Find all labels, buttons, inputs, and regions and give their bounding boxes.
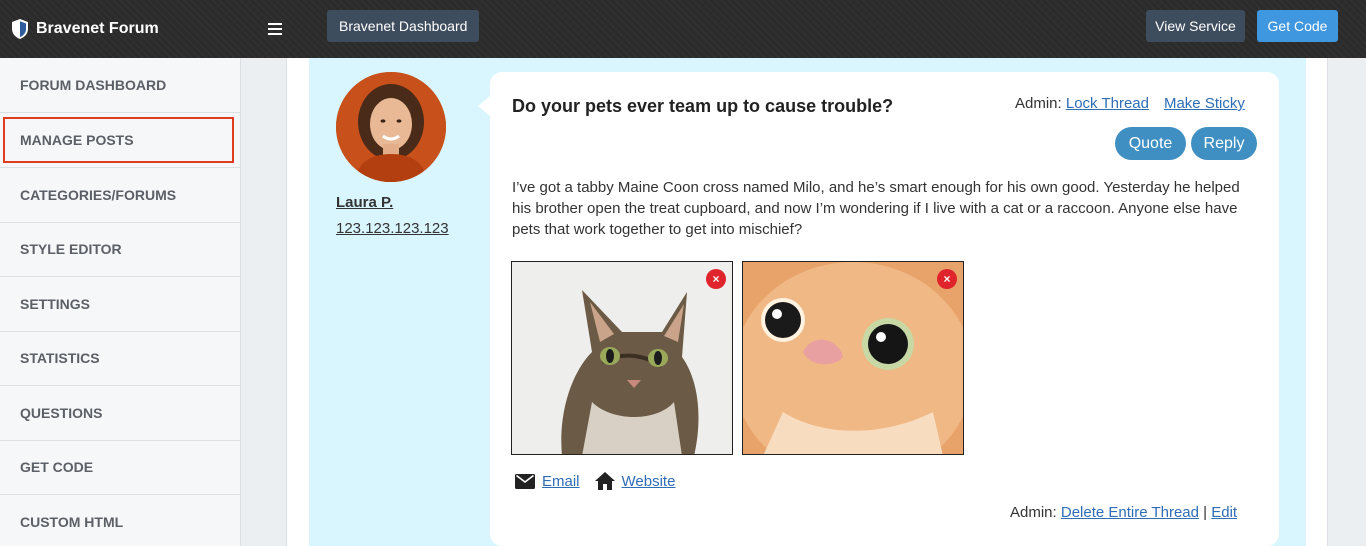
bravenet-dashboard-button[interactable]: Bravenet Dashboard xyxy=(327,10,480,42)
brand-name: Bravenet Forum xyxy=(36,20,159,37)
sidebar-item-manage-posts-wrap: MANAGE POSTS xyxy=(0,116,240,168)
envelope-icon xyxy=(515,472,535,490)
sidebar-item-settings[interactable]: SETTINGS xyxy=(0,277,240,332)
sidebar-item-questions[interactable]: QUESTIONS xyxy=(0,386,240,441)
quote-button[interactable]: Quote xyxy=(1115,127,1186,160)
sidebar-item-forum-dashboard[interactable]: FORUM DASHBOARD xyxy=(0,58,240,113)
author-name-link[interactable]: Laura P. xyxy=(336,194,393,211)
admin-label-bottom: Admin: xyxy=(1010,504,1057,521)
sidebar-item-categories-forums[interactable]: CATEGORIES/FORUMS xyxy=(0,168,240,223)
avatar[interactable] xyxy=(336,72,446,182)
home-icon xyxy=(594,472,615,490)
remove-attachment-1-icon[interactable]: × xyxy=(706,269,726,289)
edit-link[interactable]: Edit xyxy=(1211,504,1237,521)
email-link[interactable]: Email xyxy=(542,473,580,490)
post-body: I’ve got a tabby Maine Coon cross named … xyxy=(512,179,1240,238)
website-link[interactable]: Website xyxy=(622,473,676,490)
action-separator: | xyxy=(1203,504,1208,521)
attachment-image-2[interactable]: × xyxy=(742,261,964,455)
card-pointer xyxy=(478,96,490,116)
post-title: Do your pets ever team up to cause troub… xyxy=(512,96,894,116)
brand[interactable]: Bravenet Forum xyxy=(0,0,240,58)
sidebar-item-style-editor[interactable]: STYLE EDITOR xyxy=(0,223,240,277)
admin-thread-actions: Admin: Lock Thread Make Sticky xyxy=(1015,95,1245,112)
admin-post-actions: Admin: Delete Entire Thread | Edit xyxy=(1010,504,1237,521)
remove-attachment-2-icon[interactable]: × xyxy=(937,269,957,289)
lock-thread-link[interactable]: Lock Thread xyxy=(1066,95,1149,112)
reply-button[interactable]: Reply xyxy=(1191,127,1257,160)
sidebar-item-get-code[interactable]: GET CODE xyxy=(0,441,240,495)
admin-label: Admin: xyxy=(1015,95,1062,112)
sidebar: FORUM DASHBOARD MANAGE POSTS CATEGORIES/… xyxy=(0,58,241,546)
sidebar-item-custom-html[interactable]: CUSTOM HTML xyxy=(0,495,240,546)
make-sticky-link[interactable]: Make Sticky xyxy=(1164,95,1245,112)
sidebar-item-statistics[interactable]: STATISTICS xyxy=(0,332,240,386)
contact-links: Email Website xyxy=(515,472,690,490)
hamburger-icon[interactable] xyxy=(262,16,288,42)
attachment-image-1[interactable]: × xyxy=(511,261,733,455)
sidebar-item-manage-posts[interactable]: MANAGE POSTS xyxy=(2,116,235,165)
shield-logo-icon xyxy=(12,19,28,39)
author-ip-link[interactable]: 123.123.123.123 xyxy=(336,220,449,237)
view-service-button[interactable]: View Service xyxy=(1146,10,1245,42)
top-bar: Bravenet Forum Bravenet Dashboard View S… xyxy=(0,0,1366,58)
get-code-button[interactable]: Get Code xyxy=(1257,10,1338,42)
delete-thread-link[interactable]: Delete Entire Thread xyxy=(1061,504,1199,521)
